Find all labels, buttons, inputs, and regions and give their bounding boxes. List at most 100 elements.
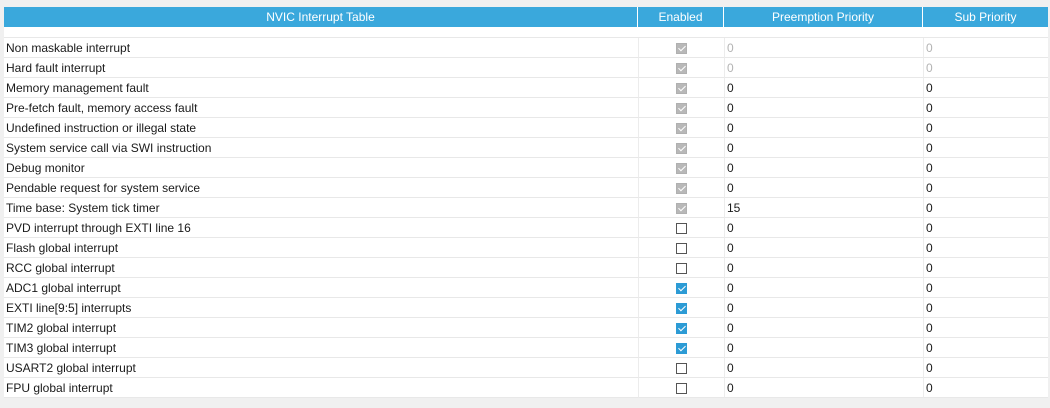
enabled-cell xyxy=(638,238,724,258)
table-row[interactable]: Memory management fault 0 0 xyxy=(4,78,1048,98)
enabled-checkbox xyxy=(676,122,687,134)
table-body: Non maskable interrupt 0 0 Hard fault inter… xyxy=(4,27,1048,398)
preemption-priority-cell[interactable]: 0 xyxy=(724,78,923,98)
enabled-checkbox[interactable] xyxy=(676,322,687,334)
enabled-cell xyxy=(638,98,724,118)
column-header-enabled[interactable]: Enabled xyxy=(638,7,724,27)
nvic-interrupt-table: NVIC Interrupt Table Enabled Preemption … xyxy=(4,7,1048,398)
preemption-priority-cell: 0 xyxy=(724,58,923,78)
table-row[interactable]: ADC1 global interrupt 0 0 xyxy=(4,278,1048,298)
enabled-checkbox[interactable] xyxy=(676,362,687,374)
interrupt-name: EXTI line[9:5] interrupts xyxy=(4,298,638,318)
enabled-checkbox xyxy=(676,142,687,154)
table-row[interactable]: Debug monitor 0 0 xyxy=(4,158,1048,178)
sub-priority-cell[interactable]: 0 xyxy=(923,138,1048,158)
preemption-priority-cell[interactable]: 0 xyxy=(724,218,923,238)
enabled-checkbox xyxy=(676,182,687,194)
preemption-priority-cell[interactable]: 0 xyxy=(724,118,923,138)
column-header-preemption-priority[interactable]: Preemption Priority xyxy=(724,7,923,27)
enabled-checkbox[interactable] xyxy=(676,222,687,234)
enabled-cell xyxy=(638,278,724,298)
enabled-checkbox xyxy=(676,62,687,74)
enabled-cell xyxy=(638,118,724,138)
interrupt-name: Non maskable interrupt xyxy=(4,38,638,58)
table-row[interactable]: Pre-fetch fault, memory access fault 0 0 xyxy=(4,98,1048,118)
enabled-checkbox xyxy=(676,162,687,174)
sub-priority-cell[interactable]: 0 xyxy=(923,178,1048,198)
interrupt-name: Memory management fault xyxy=(4,78,638,98)
sub-priority-cell[interactable]: 0 xyxy=(923,278,1048,298)
enabled-checkbox[interactable] xyxy=(676,302,687,314)
preemption-priority-cell[interactable]: 0 xyxy=(724,298,923,318)
table-row[interactable]: TIM2 global interrupt 0 0 xyxy=(4,318,1048,338)
interrupt-name: FPU global interrupt xyxy=(4,378,638,398)
preemption-priority-cell[interactable]: 0 xyxy=(724,318,923,338)
preemption-priority-cell[interactable]: 0 xyxy=(724,158,923,178)
table-row[interactable]: Undefined instruction or illegal state 0 0 xyxy=(4,118,1048,138)
table-row[interactable]: RCC global interrupt 0 0 xyxy=(4,258,1048,278)
sub-priority-cell[interactable]: 0 xyxy=(923,378,1048,398)
interrupt-name: Debug monitor xyxy=(4,158,638,178)
preemption-priority-cell[interactable]: 0 xyxy=(724,278,923,298)
enabled-checkbox[interactable] xyxy=(676,382,687,394)
table-row[interactable]: Pendable request for system service 0 0 xyxy=(4,178,1048,198)
sub-priority-cell[interactable]: 0 xyxy=(923,298,1048,318)
preemption-priority-cell[interactable]: 0 xyxy=(724,378,923,398)
header-spacer xyxy=(4,27,1048,38)
preemption-priority-cell[interactable]: 0 xyxy=(724,138,923,158)
preemption-priority-cell[interactable]: 0 xyxy=(724,358,923,378)
sub-priority-cell[interactable]: 0 xyxy=(923,238,1048,258)
interrupt-name: Time base: System tick timer xyxy=(4,198,638,218)
interrupt-name: Pre-fetch fault, memory access fault xyxy=(4,98,638,118)
table-row[interactable]: TIM3 global interrupt 0 0 xyxy=(4,338,1048,358)
interrupt-name: Flash global interrupt xyxy=(4,238,638,258)
enabled-cell xyxy=(638,358,724,378)
preemption-priority-cell[interactable]: 0 xyxy=(724,238,923,258)
table-row[interactable]: System service call via SWI instruction 0… xyxy=(4,138,1048,158)
table-row[interactable]: Hard fault interrupt 0 0 xyxy=(4,58,1048,78)
preemption-priority-cell[interactable]: 0 xyxy=(724,178,923,198)
enabled-cell xyxy=(638,378,724,398)
sub-priority-cell[interactable]: 0 xyxy=(923,98,1048,118)
table-row[interactable]: USART2 global interrupt 0 0 xyxy=(4,358,1048,378)
sub-priority-cell[interactable]: 0 xyxy=(923,218,1048,238)
sub-priority-cell[interactable]: 0 xyxy=(923,318,1048,338)
sub-priority-cell[interactable]: 0 xyxy=(923,338,1048,358)
interrupt-name: Pendable request for system service xyxy=(4,178,638,198)
sub-priority-cell[interactable]: 0 xyxy=(923,78,1048,98)
interrupt-name: USART2 global interrupt xyxy=(4,358,638,378)
sub-priority-cell[interactable]: 0 xyxy=(923,358,1048,378)
preemption-priority-cell[interactable]: 0 xyxy=(724,338,923,358)
enabled-checkbox[interactable] xyxy=(676,242,687,254)
table-row[interactable]: PVD interrupt through EXTI line 16 0 0 xyxy=(4,218,1048,238)
sub-priority-cell[interactable]: 0 xyxy=(923,158,1048,178)
enabled-checkbox[interactable] xyxy=(676,262,687,274)
enabled-cell xyxy=(638,338,724,358)
preemption-priority-cell[interactable]: 0 xyxy=(724,98,923,118)
table-row[interactable]: Time base: System tick timer 15 0 xyxy=(4,198,1048,218)
sub-priority-cell: 0 xyxy=(923,58,1048,78)
enabled-cell xyxy=(638,38,724,58)
enabled-checkbox xyxy=(676,102,687,114)
interrupt-name: RCC global interrupt xyxy=(4,258,638,278)
column-header-sub-priority[interactable]: Sub Priority xyxy=(923,7,1048,27)
enabled-cell xyxy=(638,258,724,278)
enabled-cell xyxy=(638,218,724,238)
enabled-cell xyxy=(638,298,724,318)
enabled-checkbox[interactable] xyxy=(676,282,687,294)
table-row[interactable]: Flash global interrupt 0 0 xyxy=(4,238,1048,258)
table-row[interactable]: Non maskable interrupt 0 0 xyxy=(4,38,1048,58)
interrupt-name: PVD interrupt through EXTI line 16 xyxy=(4,218,638,238)
table-row[interactable]: FPU global interrupt 0 0 xyxy=(4,378,1048,398)
preemption-priority-cell[interactable]: 0 xyxy=(724,258,923,278)
sub-priority-cell[interactable]: 0 xyxy=(923,258,1048,278)
enabled-cell xyxy=(638,78,724,98)
enabled-checkbox[interactable] xyxy=(676,342,687,354)
preemption-priority-cell[interactable]: 15 xyxy=(724,198,923,218)
interrupt-name: Undefined instruction or illegal state xyxy=(4,118,638,138)
sub-priority-cell[interactable]: 0 xyxy=(923,118,1048,138)
sub-priority-cell[interactable]: 0 xyxy=(923,198,1048,218)
enabled-cell xyxy=(638,198,724,218)
table-row[interactable]: EXTI line[9:5] interrupts 0 0 xyxy=(4,298,1048,318)
column-header-name[interactable]: NVIC Interrupt Table xyxy=(4,7,638,27)
